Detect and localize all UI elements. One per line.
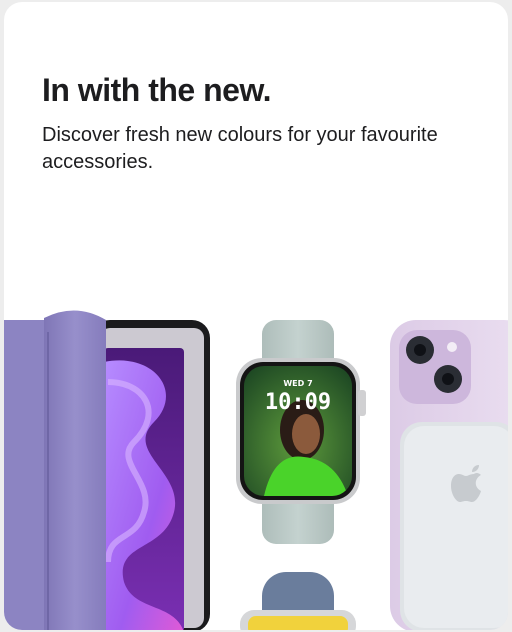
- magsafe-battery-pack: [400, 422, 508, 630]
- apple-watch: WED 7 10:09: [236, 320, 366, 544]
- promo-card[interactable]: In with the new. Discover fresh new colo…: [4, 2, 508, 630]
- watch-band-blue: [240, 572, 356, 630]
- watch-time: 10:09: [265, 390, 331, 415]
- watch-day: WED 7: [283, 379, 312, 388]
- accessories-image: WED 7 10:09: [4, 310, 508, 630]
- ipad-mini-smart-folio: [4, 310, 210, 630]
- promo-headline: In with the new.: [42, 72, 272, 108]
- promo-description: Discover fresh new colours for your favo…: [42, 124, 438, 173]
